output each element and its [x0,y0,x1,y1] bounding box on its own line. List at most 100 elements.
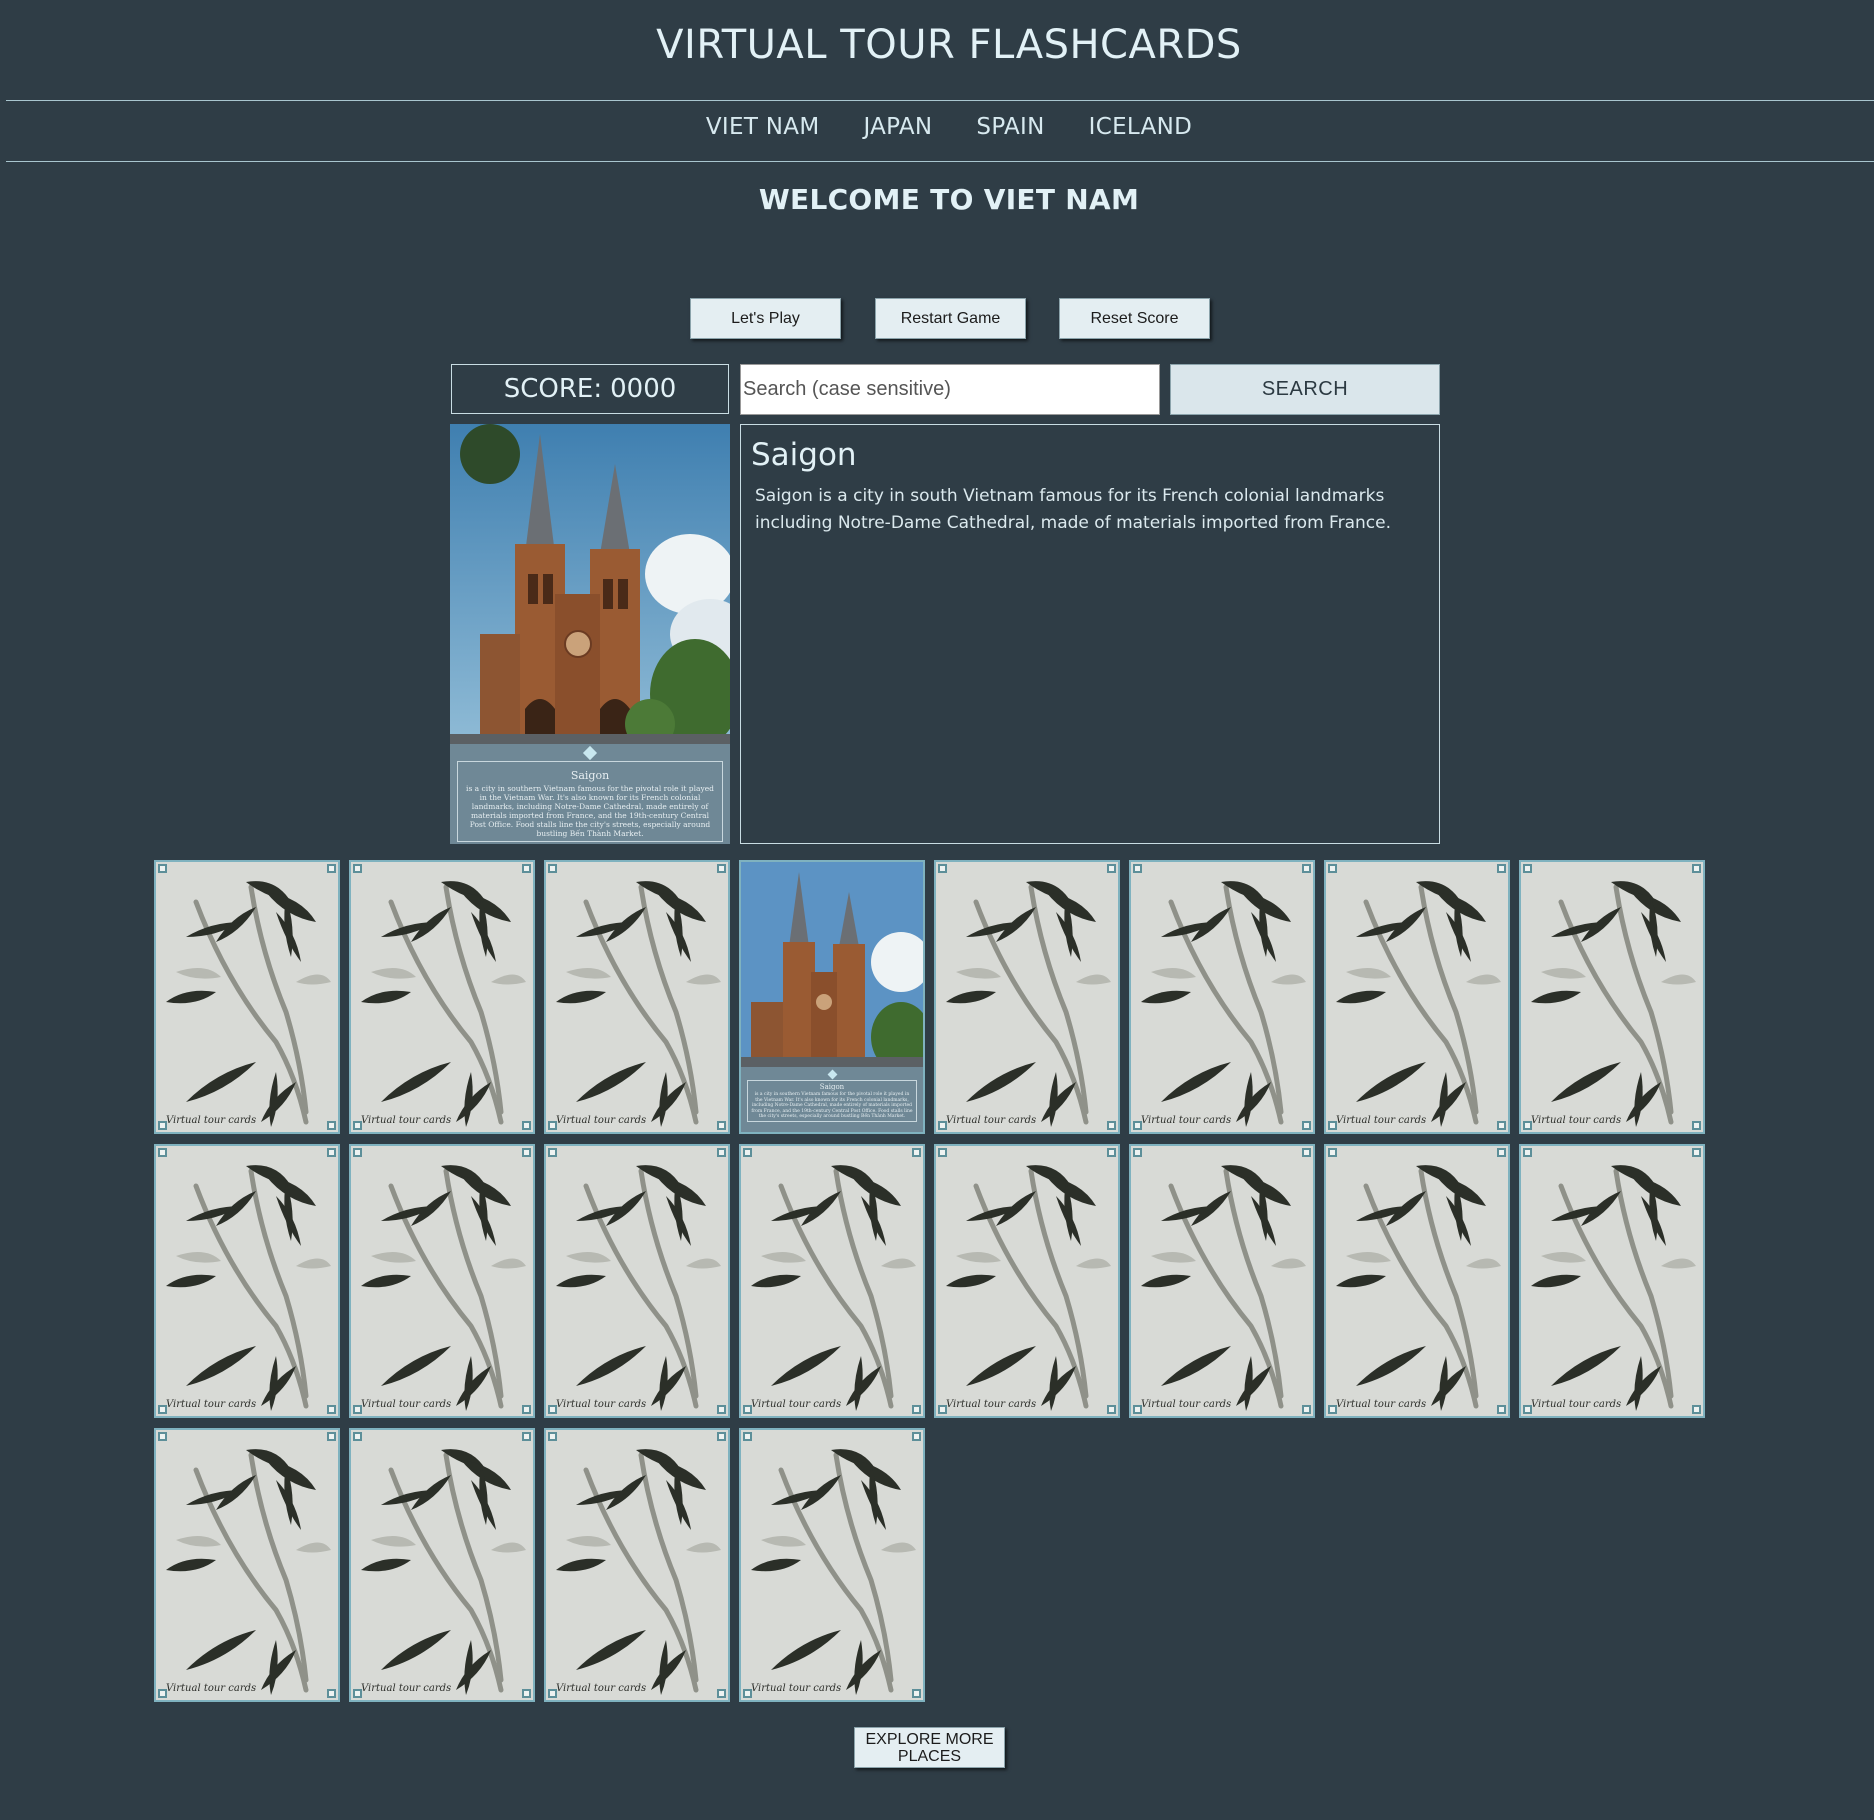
corner-ornament [1302,1121,1311,1130]
corner-ornament [522,1405,531,1414]
card-desc: is a city in southern Vietnam famous for… [751,1092,913,1119]
corner-ornament [1692,1405,1701,1414]
corner-ornament [1302,1148,1311,1157]
corner-ornament [912,1432,921,1441]
card-signature: Virtual tour cards [361,1683,452,1694]
country-nav: VIET NAM JAPAN SPAIN ICELAND [0,114,1874,140]
card-signature: Virtual tour cards [556,1115,647,1126]
corner-ornament [327,1689,336,1698]
corner-ornament [522,864,531,873]
corner-ornament [938,864,947,873]
flashcard-back[interactable]: Virtual tour cards [349,1144,535,1418]
corner-ornament [522,1121,531,1130]
card-signature: Virtual tour cards [1141,1115,1232,1126]
card-signature: Virtual tour cards [361,1115,452,1126]
card-signature: Virtual tour cards [1336,1399,1427,1410]
score-value: 0000 [610,374,677,404]
featured-card-desc: is a city in southern Vietnam famous for… [466,784,714,838]
search-button[interactable]: SEARCH [1170,364,1440,415]
welcome-heading: WELCOME TO VIET NAM [758,183,1140,216]
flashcard-back[interactable]: Virtual tour cards [154,1144,340,1418]
corner-ornament [1107,1121,1116,1130]
corner-ornament [522,1689,531,1698]
flashcard-back[interactable]: Virtual tour cards [1324,860,1510,1134]
restart-game-button[interactable]: Restart Game [875,298,1026,339]
lets-play-button[interactable]: Let's Play [690,298,841,339]
flashcard-back[interactable]: Virtual tour cards [1129,1144,1315,1418]
corner-ornament [327,864,336,873]
flashcard-back[interactable]: Virtual tour cards [934,1144,1120,1418]
corner-ornament [327,1405,336,1414]
info-panel: Saigon Saigon is a city in south Vietnam… [740,424,1440,844]
score-display: SCORE: 0000 [451,364,729,414]
featured-card-caption: Saigon is a city in southern Vietnam fam… [450,744,730,844]
card-signature: Virtual tour cards [946,1115,1037,1126]
featured-card: Saigon is a city in southern Vietnam fam… [450,424,730,844]
corner-ornament [158,1148,167,1157]
corner-ornament [912,1405,921,1414]
flashcard-back[interactable]: Virtual tour cards [1129,860,1315,1134]
corner-ornament [548,864,557,873]
corner-ornament [1107,1148,1116,1157]
card-name: Saigon [819,1083,845,1091]
corner-ornament [1523,864,1532,873]
nav-item-viet-nam[interactable]: VIET NAM [706,114,820,140]
card-signature: Virtual tour cards [556,1399,647,1410]
card-signature: Virtual tour cards [166,1683,257,1694]
nav-item-spain[interactable]: SPAIN [976,114,1044,140]
corner-ornament [1692,1148,1701,1157]
flashcard-back[interactable]: Virtual tour cards [349,860,535,1134]
flashcard-back[interactable]: Virtual tour cards [154,860,340,1134]
flashcard-back[interactable]: Virtual tour cards [544,860,730,1134]
flashcard-back[interactable]: Virtual tour cards [154,1428,340,1702]
diamond-icon [827,1069,837,1080]
corner-ornament [1497,1121,1506,1130]
corner-ornament [327,1121,336,1130]
corner-ornament [912,1148,921,1157]
flashcard-back[interactable]: Virtual tour cards [349,1428,535,1702]
flashcard-back[interactable]: Virtual tour cards [739,1428,925,1702]
corner-ornament [717,1121,726,1130]
corner-ornament [522,1148,531,1157]
flashcard-back[interactable]: Virtual tour cards [1519,1144,1705,1418]
card-signature: Virtual tour cards [751,1683,842,1694]
flashcard-back[interactable]: Virtual tour cards [544,1428,730,1702]
card-signature: Virtual tour cards [1336,1115,1427,1126]
card-signature: Virtual tour cards [751,1399,842,1410]
nav-item-iceland[interactable]: ICELAND [1089,114,1192,140]
corner-ornament [1107,1405,1116,1414]
flashcard-back[interactable]: Virtual tour cards [739,1144,925,1418]
card-signature: Virtual tour cards [556,1683,647,1694]
card-signature: Virtual tour cards [166,1399,257,1410]
card-signature: Virtual tour cards [361,1399,452,1410]
featured-card-name: Saigon [570,769,610,782]
header-divider-top [6,100,1874,101]
corner-ornament [912,1689,921,1698]
explore-more-button[interactable]: EXPLORE MORE PLACES [854,1727,1005,1768]
score-label: SCORE: [503,374,603,404]
corner-ornament [1133,864,1142,873]
flashcard-back[interactable]: Virtual tour cards [544,1144,730,1418]
flashcard-revealed[interactable]: Saigon is a city in southern Vietnam fam… [739,860,925,1134]
nav-item-japan[interactable]: JAPAN [863,114,932,140]
corner-ornament [743,1148,752,1157]
corner-ornament [1302,864,1311,873]
corner-ornament [717,1148,726,1157]
flashcard-back[interactable]: Virtual tour cards [934,860,1120,1134]
corner-ornament [158,864,167,873]
corner-ornament [158,1432,167,1441]
corner-ornament [353,864,362,873]
corner-ornament [1497,1148,1506,1157]
corner-ornament [1497,1405,1506,1414]
card-signature: Virtual tour cards [1531,1115,1622,1126]
corner-ornament [1133,1148,1142,1157]
corner-ornament [1328,864,1337,873]
search-input[interactable] [740,364,1160,415]
corner-ornament [717,864,726,873]
corner-ornament [1328,1148,1337,1157]
corner-ornament [717,1405,726,1414]
flashcard-back[interactable]: Virtual tour cards [1519,860,1705,1134]
flashcard-back[interactable]: Virtual tour cards [1324,1144,1510,1418]
corner-ornament [522,1432,531,1441]
reset-score-button[interactable]: Reset Score [1059,298,1210,339]
